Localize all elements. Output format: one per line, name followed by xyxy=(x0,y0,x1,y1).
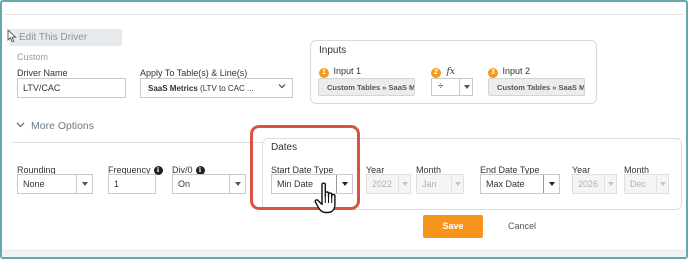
driver-type-label: Custom xyxy=(17,52,49,62)
div0-dropdown-button[interactable] xyxy=(229,175,245,193)
input1-value: Custom Tables » SaaS M... xyxy=(327,83,415,92)
rounding-select[interactable]: None xyxy=(17,174,93,194)
save-button[interactable]: Save xyxy=(423,215,483,238)
start-year-value: 2022 xyxy=(372,179,393,189)
operator-dropdown-button[interactable] xyxy=(459,79,472,95)
more-options-toggle[interactable]: More Options xyxy=(16,120,94,132)
chevron-down-icon xyxy=(16,122,25,128)
rounding-dropdown-button[interactable] xyxy=(76,175,92,193)
end-month-select: Dec xyxy=(624,174,669,194)
chevron-down-icon xyxy=(278,84,286,89)
caret-down-icon xyxy=(608,182,614,186)
hand-pointer-icon xyxy=(314,182,336,214)
rounding-value: None xyxy=(23,179,45,189)
caret-down-icon xyxy=(235,182,241,186)
operator-header: 2 fx xyxy=(431,66,455,78)
top-divider xyxy=(5,14,683,15)
driver-name-label: Driver Name xyxy=(17,68,68,78)
input1-header: 1 Input 1 xyxy=(319,66,361,78)
caret-down-icon xyxy=(82,182,88,186)
input1-selector[interactable]: Custom Tables » SaaS M... xyxy=(318,78,415,96)
end-year-select: 2026 xyxy=(572,174,617,194)
end-date-type-dropdown-button[interactable] xyxy=(543,175,559,193)
cancel-button[interactable]: Cancel xyxy=(497,215,547,238)
apply-to-label: Apply To Table(s) & Line(s) xyxy=(140,68,248,78)
apply-to-table: SaaS Metrics xyxy=(148,84,198,93)
operator-value: ÷ xyxy=(438,81,444,92)
driver-name-input[interactable]: LTV/CAC xyxy=(17,78,126,98)
end-date-type-select[interactable]: Max Date xyxy=(480,174,560,194)
caret-down-icon xyxy=(660,182,666,186)
caret-down-icon xyxy=(455,182,461,186)
input2-value: Custom Tables » SaaS M... xyxy=(497,83,585,92)
start-month-select: Jan xyxy=(416,174,464,194)
end-month-dropdown-button xyxy=(656,175,668,193)
start-month-dropdown-button xyxy=(451,175,463,193)
div0-value: On xyxy=(178,179,191,189)
frequency-value: 1 xyxy=(114,179,120,189)
end-year-value: 2026 xyxy=(578,179,599,189)
start-year-dropdown-button xyxy=(398,175,410,193)
more-options-label: More Options xyxy=(31,120,95,132)
start-year-select: 2022 xyxy=(366,174,411,194)
arrow-cursor-icon xyxy=(7,29,17,43)
operator-select[interactable]: ÷ xyxy=(431,78,473,96)
caret-down-icon xyxy=(463,85,470,89)
edit-driver-title: Edit This Driver xyxy=(9,29,122,46)
apply-to-select[interactable]: SaaS Metrics (LTV to CAC ... xyxy=(140,78,293,98)
input2-label: Input 2 xyxy=(502,66,531,76)
apply-to-line: (LTV to CAC ... xyxy=(197,84,254,93)
step-1-badge: 1 xyxy=(319,68,329,78)
end-year-dropdown-button xyxy=(604,175,616,193)
end-month-value: Dec xyxy=(630,179,647,189)
input2-header: 3 Input 2 xyxy=(488,66,530,78)
driver-name-value: LTV/CAC xyxy=(23,83,61,93)
fx-icon: fx xyxy=(446,67,455,77)
panel-bottom-edge xyxy=(2,250,686,257)
start-month-value: Jan xyxy=(422,179,437,189)
input1-label: Input 1 xyxy=(333,66,362,76)
frequency-input[interactable]: 1 xyxy=(108,174,156,194)
inputs-title: Inputs xyxy=(319,45,347,56)
step-2-badge: 2 xyxy=(431,68,441,78)
caret-down-icon xyxy=(402,182,408,186)
end-date-type-value: Max Date xyxy=(486,179,525,189)
step-3-badge: 3 xyxy=(488,68,498,78)
caret-down-icon xyxy=(549,182,555,186)
input2-selector[interactable]: Custom Tables » SaaS M... xyxy=(488,78,585,96)
div0-select[interactable]: On xyxy=(172,174,246,194)
